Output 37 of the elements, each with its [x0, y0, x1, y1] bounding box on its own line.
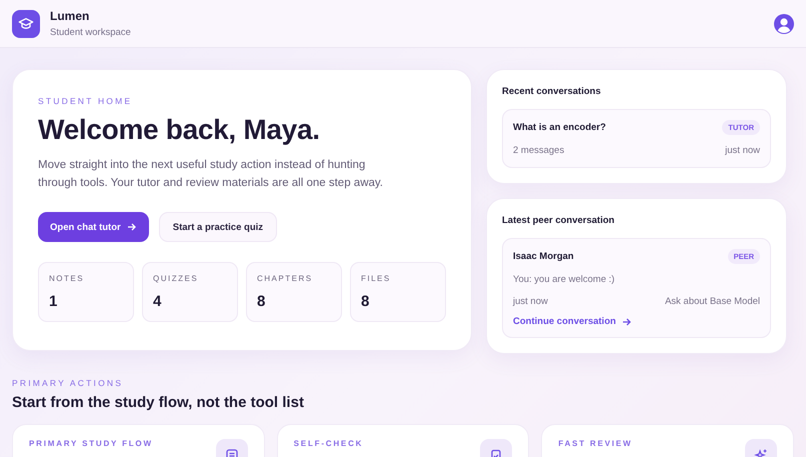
- action-card[interactable]: SELF-CHECK: [276, 424, 530, 457]
- arrow-right-icon: [622, 316, 632, 326]
- peer-name: Isaac Morgan: [513, 251, 574, 262]
- action-card[interactable]: FAST REVIEW: [541, 424, 794, 457]
- graduation-cap-icon: [12, 10, 40, 38]
- welcome-title: Welcome back, Maya.: [38, 114, 321, 146]
- stat-label: NOTES: [49, 274, 86, 283]
- section-title: Start from the study flow, not the tool list: [12, 394, 305, 411]
- app-subtitle: Student workspace: [50, 27, 132, 38]
- stat-value: 8: [257, 293, 266, 310]
- stat-label: QUIZZES: [153, 274, 200, 283]
- stat-value: 1: [49, 293, 58, 310]
- timestamp: just now: [513, 296, 548, 306]
- avatar-icon[interactable]: [774, 14, 794, 34]
- welcome-text: Move straight into the next useful study action instead of hunting through tools. Your tutor and review materials are all one step away.: [38, 158, 384, 191]
- action-label: FAST REVIEW: [558, 439, 632, 448]
- card-title: Recent conversations: [502, 86, 602, 97]
- message-count: 2 messages: [513, 144, 564, 156]
- card-title: Latest peer conversation: [502, 215, 616, 226]
- practice-quiz-button[interactable]: Start a practice quiz: [158, 212, 278, 242]
- action-label: SELF-CHECK: [294, 439, 364, 448]
- app-name: Lumen: [50, 9, 90, 23]
- timestamp: just now: [725, 144, 760, 156]
- stat-value: 8: [361, 293, 370, 310]
- conversation-title: What is an encoder?: [513, 122, 606, 133]
- action-card[interactable]: PRIMARY STUDY FLOW: [12, 424, 265, 457]
- last-message: You: you are welcome :): [513, 274, 615, 284]
- stat-label: CHAPTERS: [257, 274, 314, 283]
- continue-conversation-link[interactable]: Continue conversation: [513, 316, 632, 327]
- stat-value: 4: [153, 293, 162, 310]
- action-label: PRIMARY STUDY FLOW: [29, 439, 153, 448]
- section-eyebrow: PRIMARY ACTIONS: [12, 378, 124, 388]
- arrow-right-icon: [126, 222, 137, 232]
- section-eyebrow: STUDENT HOME: [38, 96, 134, 106]
- conversation-topic: Ask about Base Model: [664, 296, 760, 306]
- open-chat-tutor-button[interactable]: Open chat tutor: [38, 212, 149, 242]
- stat-label: FILES: [361, 274, 392, 283]
